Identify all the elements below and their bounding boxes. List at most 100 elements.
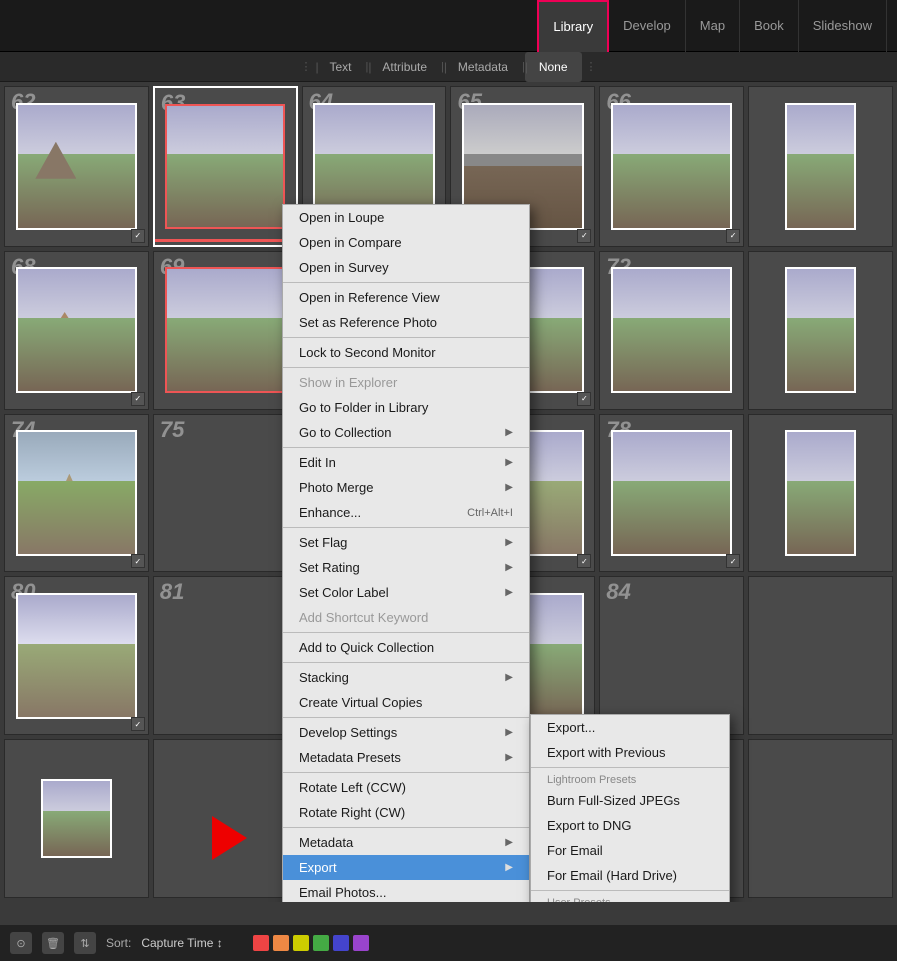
- ctx-set-color[interactable]: Set Color Label ▶: [283, 580, 529, 605]
- photo-cell-r5c1[interactable]: [4, 739, 149, 898]
- filter-metadata[interactable]: Metadata: [444, 52, 522, 82]
- ctx-quick-collection[interactable]: Add to Quick Collection: [283, 635, 529, 660]
- ctx-show-explorer: Show in Explorer: [283, 370, 529, 395]
- ctx-sep-5: [283, 527, 529, 528]
- top-nav: Library Develop Map Book Slideshow: [0, 0, 897, 52]
- ctx-metadata[interactable]: Metadata ▶: [283, 830, 529, 855]
- ctx-edit-in[interactable]: Edit In ▶: [283, 450, 529, 475]
- photo-cell-r2c6[interactable]: [748, 251, 893, 410]
- ctx-set-rating[interactable]: Set Rating ▶: [283, 555, 529, 580]
- submenu-burn-jpegs[interactable]: Burn Full-Sized JPEGs: [531, 788, 729, 813]
- badge-74: [131, 554, 145, 568]
- badge-66: [726, 229, 740, 243]
- photo-cell-75[interactable]: 75: [153, 414, 298, 573]
- ctx-set-flag[interactable]: Set Flag ▶: [283, 530, 529, 555]
- badge-68: [131, 392, 145, 406]
- context-menu: Open in Loupe Open in Compare Open in Su…: [282, 204, 530, 902]
- nav-book[interactable]: Book: [740, 0, 799, 52]
- ctx-rotate-right[interactable]: Rotate Right (CW): [283, 800, 529, 825]
- badge-78: [726, 554, 740, 568]
- ctx-email-photos[interactable]: Email Photos...: [283, 880, 529, 902]
- color-dot-red[interactable]: [253, 935, 269, 951]
- sort-label: Sort:: [106, 936, 131, 950]
- color-dot-green[interactable]: [313, 935, 329, 951]
- photo-cell-63[interactable]: 63: [153, 86, 298, 247]
- photo-cell-r5c2[interactable]: [153, 739, 298, 898]
- submenu-for-email-hd[interactable]: For Email (Hard Drive): [531, 863, 729, 888]
- sort-icon[interactable]: ⇅: [74, 932, 96, 954]
- ctx-sep-4: [283, 447, 529, 448]
- submenu-lr-presets-label: Lightroom Presets: [531, 770, 729, 788]
- badge-80: [131, 717, 145, 731]
- submenu-user-presets-label: User Presets: [531, 893, 729, 902]
- nav-map[interactable]: Map: [686, 0, 740, 52]
- ctx-sep-1: [283, 282, 529, 283]
- ctx-open-loupe[interactable]: Open in Loupe: [283, 205, 529, 230]
- photo-cell-r3c6[interactable]: [748, 414, 893, 573]
- ctx-rotate-left[interactable]: Rotate Left (CCW): [283, 775, 529, 800]
- ctx-develop-settings[interactable]: Develop Settings ▶: [283, 720, 529, 745]
- ctx-open-survey[interactable]: Open in Survey: [283, 255, 529, 280]
- photo-cell-69[interactable]: 69: [153, 251, 298, 410]
- ctx-sep-10: [283, 827, 529, 828]
- ctx-sep-3: [283, 367, 529, 368]
- badge-65: [577, 229, 591, 243]
- photo-cell-r5c6[interactable]: [748, 739, 893, 898]
- ctx-lock-monitor[interactable]: Lock to Second Monitor: [283, 340, 529, 365]
- photo-cell-62[interactable]: 62: [4, 86, 149, 247]
- ctx-go-folder[interactable]: Go to Folder in Library: [283, 395, 529, 420]
- ctx-virtual-copies[interactable]: Create Virtual Copies: [283, 690, 529, 715]
- color-filter-dots: [253, 935, 369, 951]
- submenu-export-dng[interactable]: Export to DNG: [531, 813, 729, 838]
- photo-cell-72[interactable]: 72: [599, 251, 744, 410]
- submenu-sep-2: [531, 890, 729, 891]
- photo-cell-r4c6[interactable]: [748, 576, 893, 735]
- ctx-export[interactable]: Export ▶: [283, 855, 529, 880]
- color-dot-yellow[interactable]: [293, 935, 309, 951]
- photo-cell-r1c6[interactable]: [748, 86, 893, 247]
- ctx-stacking[interactable]: Stacking ▶: [283, 665, 529, 690]
- ctx-sep-2: [283, 337, 529, 338]
- badge-77: [577, 554, 591, 568]
- ctx-open-compare[interactable]: Open in Compare: [283, 230, 529, 255]
- ctx-sep-7: [283, 662, 529, 663]
- ctx-metadata-presets[interactable]: Metadata Presets ▶: [283, 745, 529, 770]
- filter-text[interactable]: Text: [315, 52, 365, 82]
- ctx-sep-8: [283, 717, 529, 718]
- photo-cell-74[interactable]: 74: [4, 414, 149, 573]
- ctx-add-keyword: Add Shortcut Keyword: [283, 605, 529, 630]
- color-dot-purple[interactable]: [353, 935, 369, 951]
- bottom-bar: ⊙ 🗑 ⇅ Sort: Capture Time ↕: [0, 925, 897, 961]
- sort-value[interactable]: Capture Time ↕: [141, 936, 222, 950]
- photo-cell-66[interactable]: 66: [599, 86, 744, 247]
- ctx-enhance[interactable]: Enhance... Ctrl+Alt+I: [283, 500, 529, 525]
- badge-62: [131, 229, 145, 243]
- photo-cell-84[interactable]: 84: [599, 576, 744, 735]
- export-submenu: Export... Export with Previous Lightroom…: [530, 714, 730, 902]
- ctx-set-reference[interactable]: Set as Reference Photo: [283, 310, 529, 335]
- filter-bar: ⋮ Text | Attribute | Metadata | None ⋮: [0, 52, 897, 82]
- photo-cell-78[interactable]: 78: [599, 414, 744, 573]
- ctx-photo-merge[interactable]: Photo Merge ▶: [283, 475, 529, 500]
- color-dot-blue[interactable]: [333, 935, 349, 951]
- photo-cell-80[interactable]: 80: [4, 576, 149, 735]
- filter-none[interactable]: None: [525, 52, 582, 82]
- camera-icon[interactable]: ⊙: [10, 932, 32, 954]
- ctx-open-reference[interactable]: Open in Reference View: [283, 285, 529, 310]
- ctx-sep-6: [283, 632, 529, 633]
- submenu-sep-1: [531, 767, 729, 768]
- ctx-sep-9: [283, 772, 529, 773]
- photo-cell-81[interactable]: 81: [153, 576, 298, 735]
- nav-library[interactable]: Library: [537, 0, 609, 52]
- badge-71: [577, 392, 591, 406]
- submenu-export-previous[interactable]: Export with Previous: [531, 740, 729, 765]
- submenu-for-email[interactable]: For Email: [531, 838, 729, 863]
- nav-slideshow[interactable]: Slideshow: [799, 0, 887, 52]
- color-dot-orange[interactable]: [273, 935, 289, 951]
- filter-attribute[interactable]: Attribute: [368, 52, 441, 82]
- ctx-go-collection[interactable]: Go to Collection ▶: [283, 420, 529, 445]
- trash-icon[interactable]: 🗑: [42, 932, 64, 954]
- nav-develop[interactable]: Develop: [609, 0, 686, 52]
- photo-cell-68[interactable]: 68: [4, 251, 149, 410]
- submenu-export[interactable]: Export...: [531, 715, 729, 740]
